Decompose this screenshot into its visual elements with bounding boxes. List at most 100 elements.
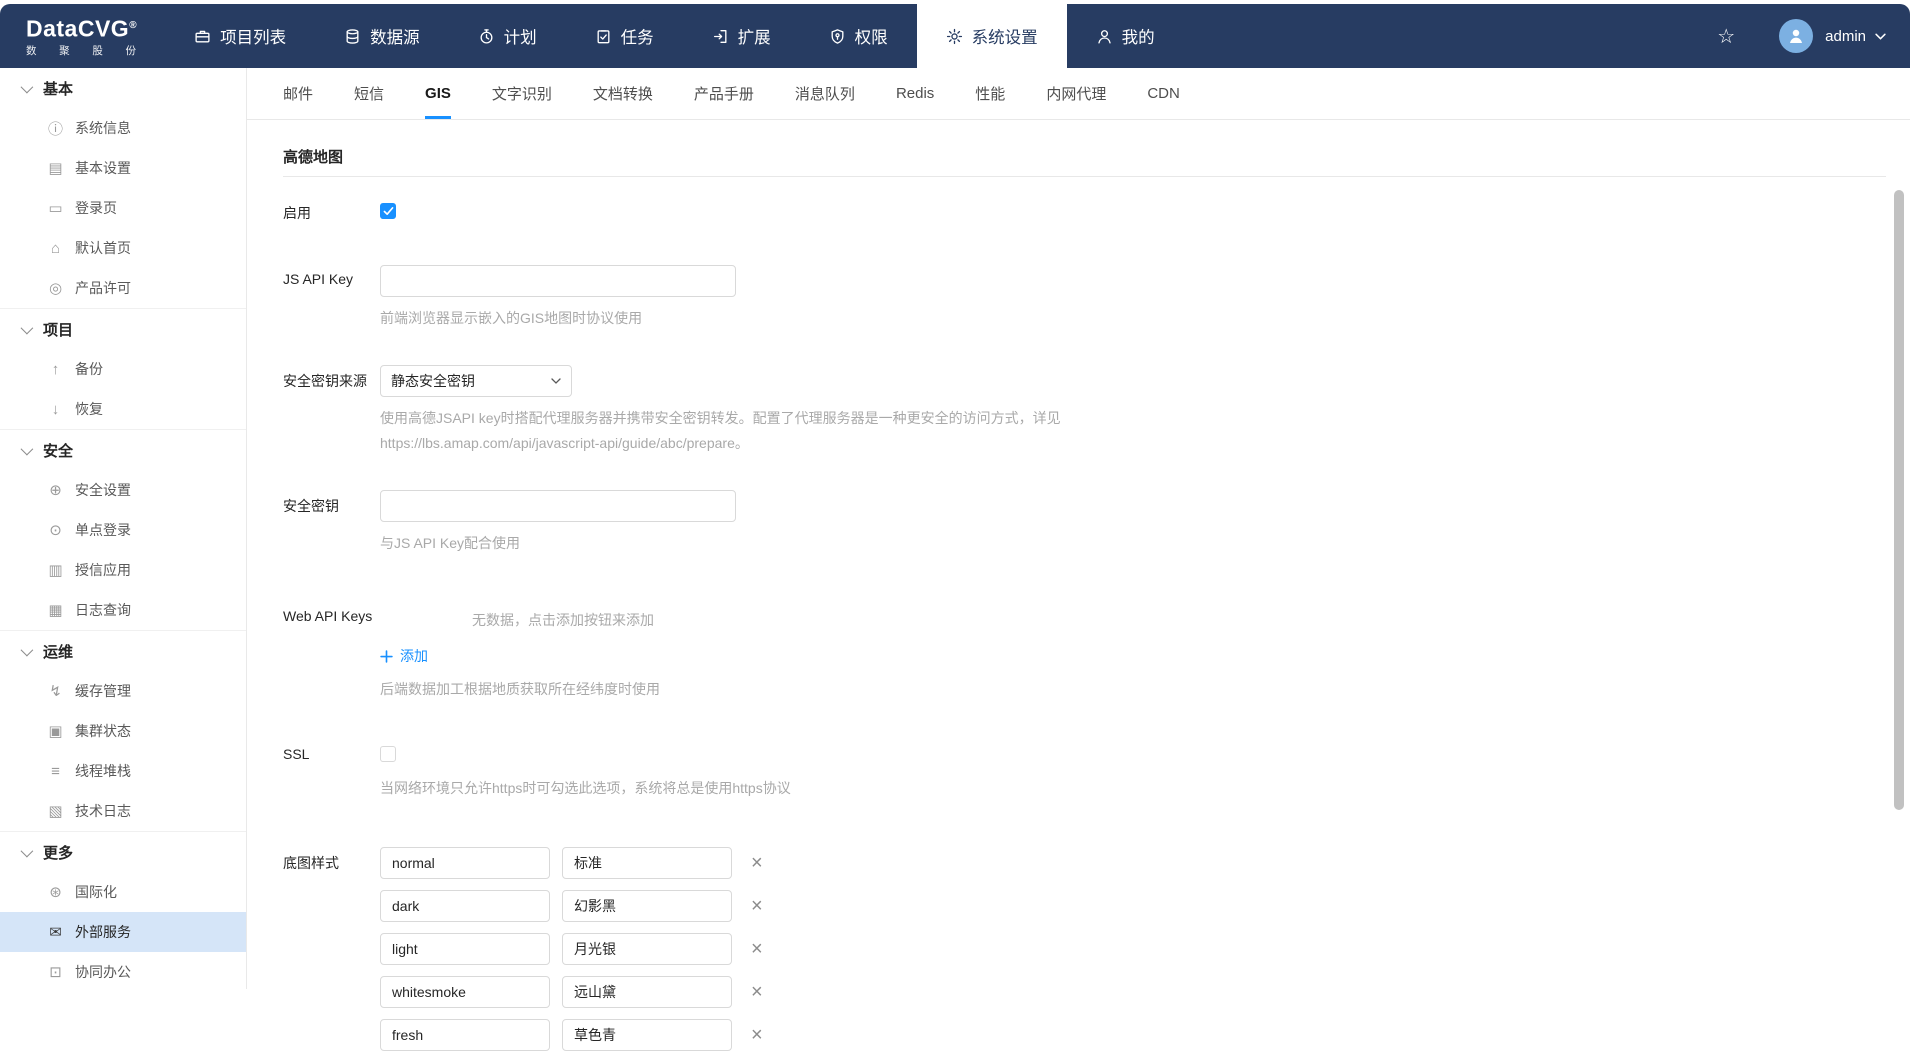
secret-input[interactable] [380,490,736,522]
js-api-key-input[interactable] [380,265,736,297]
sidebar-item-tech-log[interactable]: ▧技术日志 [0,791,246,831]
sidebar-item-cluster-status[interactable]: ▣集群状态 [0,711,246,751]
basemap-style-row: × [380,933,1910,965]
basemap-name-input[interactable] [562,1019,732,1051]
basemap-name-input[interactable] [562,847,732,879]
sidebar-item-label: 授信应用 [75,560,131,580]
field-label-key-source: 安全密钥来源 [283,365,380,456]
sidebar-section-header[interactable]: 项目 [0,309,246,349]
database-icon [344,28,361,45]
sidebar-item-product-license[interactable]: ◎产品许可 [0,268,246,308]
nav-item-mine[interactable]: 我的 [1067,4,1184,68]
sidebar-section-header[interactable]: 运维 [0,631,246,671]
sidebar-item-security-settings[interactable]: ⊕安全设置 [0,470,246,510]
tab-ocr[interactable]: 文字识别 [492,68,552,119]
nav-item-permission[interactable]: 权限 [800,4,917,68]
field-row-basemap: 底图样式 ××××× [283,847,1910,1062]
nav-item-data-source[interactable]: 数据源 [315,4,449,68]
sidebar-item-basic-settings[interactable]: ▤基本设置 [0,148,246,188]
tab-redis[interactable]: Redis [896,68,934,119]
delete-row-icon[interactable]: × [751,982,763,1002]
section-title: 高德地图 [283,146,1910,167]
scrollbar-thumb[interactable] [1894,190,1904,810]
basemap-key-input[interactable] [380,976,550,1008]
delete-row-icon[interactable]: × [751,1025,763,1045]
basemap-key-input[interactable] [380,847,550,879]
doc-down-icon: ↓ [47,401,64,418]
main-panel: 邮件短信 GIS 文字识别文档转换产品手册消息队列 Redis 性能内网代理 CDN 高德… [247,68,1910,989]
delete-row-icon[interactable]: × [751,896,763,916]
secret-hint: 与JS API Key配合使用 [380,531,1910,556]
basemap-name-input[interactable] [562,890,732,922]
tab-product-manual[interactable]: 产品手册 [694,68,754,119]
user-icon [1096,28,1113,45]
ssl-checkbox[interactable] [380,746,396,762]
sidebar-section: 更多 ⊛国际化✉外部服务⊡协同办公 [0,832,246,989]
sidebar-item-i18n[interactable]: ⊛国际化 [0,872,246,912]
field-label-web-api-keys: Web API Keys [283,602,380,702]
nav-item-system-settings[interactable]: 系统设置 [917,4,1067,68]
sidebar-item-sso[interactable]: ⊙单点登录 [0,510,246,550]
delete-row-icon[interactable]: × [751,939,763,959]
avatar[interactable] [1779,19,1813,53]
sidebar-item-label: 默认首页 [75,238,131,258]
brand-logo[interactable]: DataCVG® 数聚股份 [0,4,165,68]
nav-item-plan[interactable]: 计划 [449,4,566,68]
basemap-name-input[interactable] [562,933,732,965]
doc-gear-icon: ▤ [47,159,64,177]
sidebar-item-login-page[interactable]: ▭登录页 [0,188,246,228]
tab-sms[interactable]: 短信 [354,68,384,119]
username-label[interactable]: admin [1825,28,1866,45]
sidebar-item-restore[interactable]: ↓恢复 [0,389,246,429]
sidebar-section-header[interactable]: 基本 [0,68,246,108]
chevron-down-icon [21,844,34,857]
sidebar-item-cache-management[interactable]: ↯缓存管理 [0,671,246,711]
sidebar-item-backup[interactable]: ↑备份 [0,349,246,389]
sidebar-section-title: 更多 [43,842,73,863]
nav-item-extension[interactable]: 扩展 [683,4,800,68]
field-label-js-api-key: JS API Key [283,265,380,331]
brand-subtext: 数聚股份 [26,43,136,58]
basemap-name-input[interactable] [562,976,732,1008]
sidebar-item-default-home[interactable]: ⌂默认首页 [0,228,246,268]
sidebar-item-label: 缓存管理 [75,681,131,701]
key-source-select[interactable]: 静态安全密钥 [380,365,572,397]
tab-doc-convert[interactable]: 文档转换 [593,68,653,119]
field-label-secret: 安全密钥 [283,490,380,556]
sidebar-section-header[interactable]: 安全 [0,430,246,470]
doc-search-icon: ▦ [47,601,64,619]
tab-gis[interactable]: GIS [425,68,451,119]
basemap-key-input[interactable] [380,1019,550,1051]
sidebar-item-thread-stack[interactable]: ≡线程堆栈 [0,751,246,791]
star-icon[interactable]: ☆ [1717,24,1735,49]
tab-cdn[interactable]: CDN [1147,68,1180,119]
chevron-down-icon [21,80,34,93]
sidebar-item-office[interactable]: ⊡协同办公 [0,952,246,989]
chevron-down-icon[interactable] [1875,27,1886,45]
stopwatch-icon [478,28,495,45]
key-source-hint: 使用高德JSAPI key时搭配代理服务器并携带安全密钥转发。配置了代理服务器是… [380,406,1180,456]
tab-performance[interactable]: 性能 [975,68,1005,119]
delete-row-icon[interactable]: × [751,853,763,873]
sidebar-section-header[interactable]: 更多 [0,832,246,872]
enable-checkbox[interactable] [380,203,396,219]
nav-item-project-list[interactable]: 项目列表 [165,4,315,68]
add-button-label: 添加 [400,646,428,666]
extension-icon [712,28,729,45]
sidebar-item-label: 国际化 [75,882,117,902]
add-button[interactable]: 添加 [380,646,428,666]
doc-ribbon-icon: ▥ [47,561,64,579]
sidebar-item-system-info[interactable]: ⓘ系统信息 [0,108,246,148]
basemap-key-input[interactable] [380,890,550,922]
tab-intranet-proxy[interactable]: 内网代理 [1046,68,1106,119]
plus-icon [380,650,393,663]
nav-item-tasks[interactable]: 任务 [566,4,683,68]
tab-mail[interactable]: 邮件 [283,68,313,119]
sidebar-item-external-services[interactable]: ✉外部服务 [0,912,246,952]
sidebar-item-log-query[interactable]: ▦日志查询 [0,590,246,630]
vertical-scrollbar[interactable] [1894,188,1904,989]
tab-message-queue[interactable]: 消息队列 [795,68,855,119]
sidebar-section-title: 基本 [43,78,73,99]
basemap-key-input[interactable] [380,933,550,965]
sidebar-item-trusted-apps[interactable]: ▥ 授信应用 [0,550,246,590]
